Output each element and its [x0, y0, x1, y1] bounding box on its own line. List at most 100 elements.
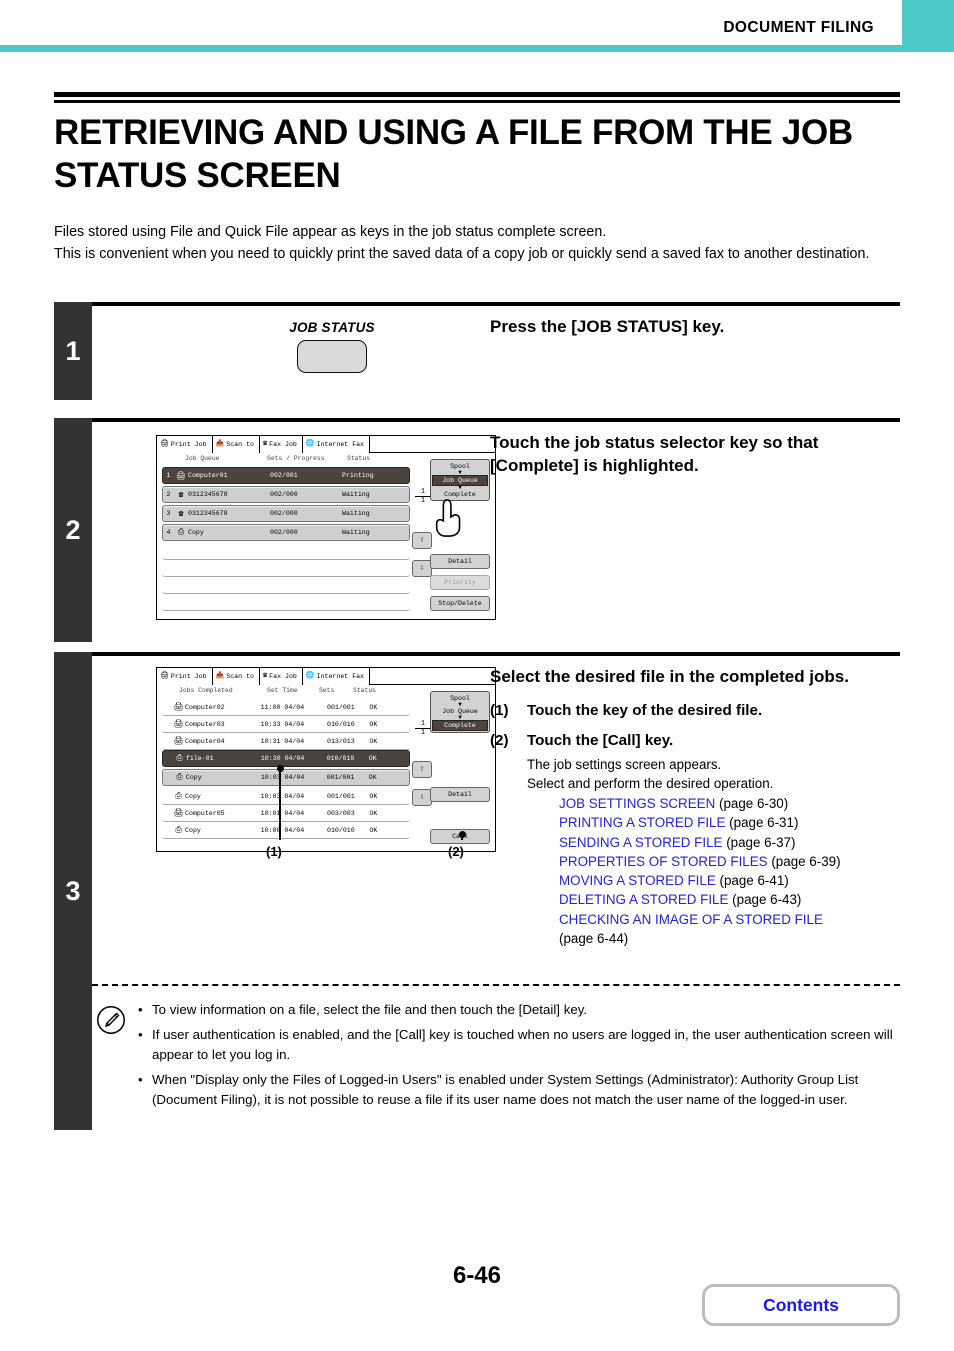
list-item[interactable]: 🖨 Computer02 11:00 04/04 001/001 OK: [162, 699, 410, 716]
job-status-hardware-key[interactable]: [297, 340, 367, 373]
step-2-heading: Touch the job status selector key so tha…: [490, 433, 819, 475]
page-header: DOCUMENT FILING: [0, 0, 954, 52]
xref-job-settings-screen-page: (page 6-30): [718, 796, 789, 811]
screen2-tab-internet-fax[interactable]: 🌐 Internet Fax: [302, 436, 371, 453]
callout-2-line: [461, 834, 463, 840]
note-item-3-text: When "Display only the Files of Logged-i…: [152, 1071, 859, 1107]
step-3-number: 3: [54, 652, 92, 1130]
xref-moving-a-stored-file[interactable]: MOVING A STORED FILE (page 6-41): [559, 871, 900, 890]
screen2-tab-internet-fax-label: Internet Fax: [316, 441, 365, 448]
screen3-row7-time: 10:00 04/04: [260, 826, 305, 834]
step-3-top-rule: [54, 652, 900, 656]
selector-option-complete[interactable]: Complete: [432, 720, 488, 731]
screen2-tab-print-job[interactable]: 🖨 Print Job: [157, 436, 213, 453]
screen3-row2-sets: 013/013: [327, 737, 355, 745]
screen2-tab-fax-job[interactable]: ☎ Fax Job: [259, 436, 303, 453]
callout-1-label: (1): [266, 844, 282, 859]
xref-moving-a-stored-file-label: MOVING A STORED FILE: [559, 873, 716, 889]
note-list: • To view information on a file, select …: [138, 1000, 900, 1115]
screen3-row2-status: OK: [369, 737, 378, 745]
list-item[interactable]: ⎙ Copy 10:03 04/04 001/001 OK: [162, 788, 410, 805]
screen2-tab-scan-to[interactable]: 📤 Scan to: [212, 436, 260, 453]
screen3-tab-internet-fax[interactable]: 🌐 Internet Fax: [302, 668, 371, 685]
xref-sending-a-stored-file-label: SENDING A STORED FILE: [559, 834, 723, 850]
list-item[interactable]: 🖨 Computer04 10:31 04/04 013/013 OK: [162, 733, 410, 750]
list-item[interactable]: 🖨 Computer05 10:01 04/04 003/003 OK: [162, 805, 410, 822]
substep-1-marker: (1): [490, 701, 509, 719]
step-3-heading: Select the desired file in the completed…: [490, 667, 849, 686]
list-item[interactable]: ⎙ Copy 10:00 04/04 010/010 OK: [162, 822, 410, 839]
screen3-row0-time: 11:00 04/04: [260, 703, 305, 711]
table-row-empty: [162, 560, 410, 577]
list-item-selected-file[interactable]: ⎙ file-01 10:30 04/04 010/010 OK: [162, 750, 410, 767]
header-chapter-title: DOCUMENT FILING: [723, 19, 874, 36]
job-status-key-label: JOB STATUS: [289, 320, 375, 335]
substep-note-line-1: The job settings screen appears.: [527, 756, 722, 772]
note-item-1: • To view information on a file, select …: [138, 1000, 900, 1020]
screen2-row1-name: 0312345678: [188, 491, 228, 498]
intro-line-2: This is convenient when you need to quic…: [54, 245, 870, 262]
scroll-down-button[interactable]: ⇩: [412, 789, 432, 806]
screen3-tab-print-job-label: Print Job: [170, 673, 207, 680]
copy-icon: ⎙: [176, 773, 183, 782]
xref-checking-an-image-of-a-stored-file-label: CHECKING AN IMAGE OF A STORED FILE: [559, 911, 823, 927]
detail-button[interactable]: Detail: [430, 554, 490, 569]
callout-2-label: (2): [448, 844, 464, 859]
screen3-row1-name: Computer03: [185, 720, 225, 728]
screen3-row6-sets: 003/003: [327, 809, 355, 817]
detail-button[interactable]: Detail: [430, 787, 490, 802]
scan-icon: 📤: [215, 672, 225, 680]
xref-properties-of-stored-files[interactable]: PROPERTIES OF STORED FILES (page 6-39): [559, 852, 900, 871]
list-item[interactable]: 🖨 Computer03 10:33 04/04 010/010 OK: [162, 716, 410, 733]
table-row[interactable]: 3 ☎ 0312345678 002/000 Waiting: [162, 505, 410, 522]
table-row[interactable]: 1 🖨 Computer01 002/001 Printing: [162, 467, 410, 484]
screen3-tab-print-job[interactable]: 🖨 Print Job: [157, 668, 213, 685]
table-row-empty: [162, 543, 410, 560]
priority-button[interactable]: Priority: [430, 575, 490, 590]
screen3-row0-status: OK: [369, 703, 378, 711]
screen3-row4-sets: 001/001: [326, 774, 355, 781]
xref-sending-a-stored-file[interactable]: SENDING A STORED FILE (page 6-37): [559, 833, 900, 852]
xref-deleting-a-stored-file[interactable]: DELETING A STORED FILE (page 6-43): [559, 890, 900, 909]
job-status-selector-key[interactable]: Spool ▼ Job Queue ▼ Complete: [430, 459, 490, 501]
screen3-page-total: 1: [415, 728, 431, 737]
fax-icon: ☎: [178, 509, 184, 519]
step-2-top-rule: [54, 418, 900, 422]
substep-2-text: Touch the [Call] key.: [527, 731, 674, 749]
substep-2-note: The job settings screen appears. Select …: [527, 755, 900, 948]
substep-1-text: Touch the key of the desired file.: [527, 701, 763, 719]
bullet-icon: •: [138, 1071, 143, 1087]
job-status-selector-key[interactable]: Spool ▼ Job Queue ▼ Complete: [430, 691, 490, 733]
xref-deleting-a-stored-file-label: DELETING A STORED FILE: [559, 892, 729, 908]
screen3-row6-name: Computer05: [185, 809, 225, 817]
screen3-row5-time: 10:03 04/04: [260, 792, 305, 800]
step-1-top-rule: [54, 302, 900, 306]
list-item[interactable]: ⎙ Copy 10:03 04/04 001/001 OK: [162, 769, 410, 786]
contents-button[interactable]: Contents: [702, 1284, 900, 1326]
table-row[interactable]: 2 ☎ 0312345678 002/000 Waiting: [162, 486, 410, 503]
screen3-row4-status: OK: [368, 774, 377, 781]
screen2-tab-print-job-label: Print Job: [170, 441, 207, 448]
title-block: RETRIEVING AND USING A FILE FROM THE JOB…: [54, 92, 900, 221]
xref-printing-a-stored-file[interactable]: PRINTING A STORED FILE (page 6-31): [559, 813, 900, 832]
fax-icon: ☎: [178, 490, 184, 500]
bullet-icon: •: [138, 1002, 143, 1017]
step-1-heading: Press the [JOB STATUS] key.: [490, 317, 725, 336]
screen2-page-total: 1: [415, 496, 431, 505]
xref-checking-an-image-of-a-stored-file[interactable]: CHECKING AN IMAGE OF A STORED FILE: [559, 910, 900, 929]
scroll-up-button[interactable]: ⇧: [412, 761, 432, 778]
note-item-2: • If user authentication is enabled, and…: [138, 1025, 900, 1065]
scroll-down-button[interactable]: ⇩: [412, 560, 432, 577]
xref-job-settings-screen[interactable]: JOB SETTINGS SCREEN (page 6-30): [559, 794, 900, 813]
stop-delete-button[interactable]: Stop/Delete: [430, 596, 490, 611]
screen3-tab-scan-to[interactable]: 📤 Scan to: [212, 668, 260, 685]
screen3-tab-fax-job[interactable]: ☎ Fax Job: [259, 668, 303, 685]
screen3-col-sets: Sets: [319, 687, 335, 694]
xref-job-settings-screen-label: JOB SETTINGS SCREEN: [559, 796, 716, 811]
internet-fax-icon: 🌐: [305, 672, 315, 680]
printer-icon: 🖨: [173, 720, 184, 729]
header-accent-block: [902, 0, 954, 45]
screen2-col-sets-progress: Sets / Progress: [267, 455, 325, 462]
table-row[interactable]: 4 ⎙ Copy 002/000 Waiting: [162, 524, 410, 541]
scroll-up-button[interactable]: ⇧: [412, 532, 432, 549]
